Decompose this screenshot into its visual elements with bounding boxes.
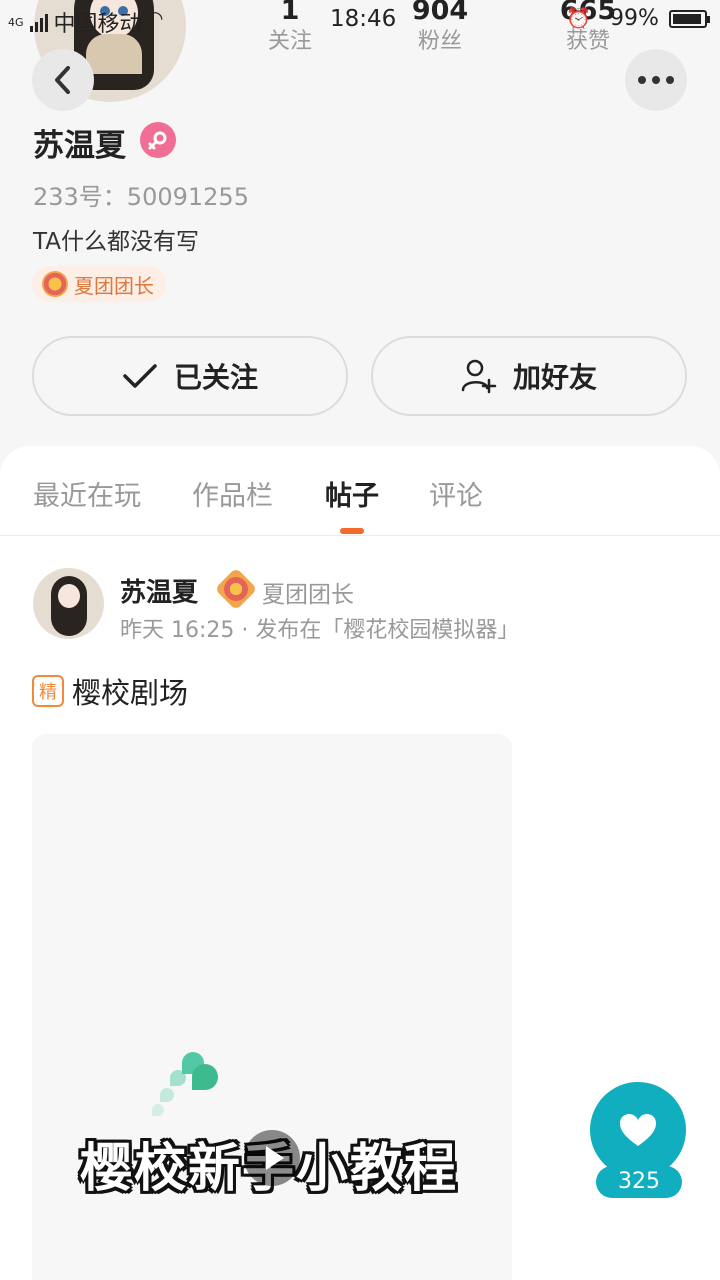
profile-bio: TA什么都没有写 [33,229,199,255]
tab-recent-games[interactable]: 最近在玩 [33,474,141,513]
rank-medal-icon [214,567,258,611]
like-count: 325 [596,1166,682,1198]
play-icon[interactable] [244,1130,300,1186]
tab-posts[interactable]: 帖子 [325,474,379,513]
post-author-avatar[interactable] [33,568,104,639]
medal-icon [42,271,68,297]
more-dots-icon [638,76,674,84]
title-badge-label: 夏团团长 [74,273,154,298]
post-meta[interactable]: 昨天 16:25 · 发布在「樱花校园模拟器」 [120,612,519,644]
more-button[interactable] [625,49,687,111]
title-badge[interactable]: 夏团团长 [32,266,166,302]
back-button[interactable] [32,49,94,111]
tab-comments[interactable]: 评论 [429,474,483,513]
carrier-name: 中国移动 [53,12,142,37]
leaf-sprite-icon [152,1044,222,1134]
battery-icon [669,10,710,28]
back-arrow-icon [55,66,70,94]
tab-bar: 最近在玩 作品栏 帖子 评论 [0,446,720,536]
post-author-name[interactable]: 苏温夏 [120,572,198,609]
like-button[interactable] [590,1082,686,1178]
active-tab-indicator [340,528,364,534]
add-friend-icon [461,359,497,394]
content-sheet: 最近在玩 作品栏 帖子 评论 苏温夏 夏团团长 昨天 16:25 · 发布在「樱… [0,446,720,1280]
post-author-rank: 夏团团长 [262,582,354,608]
wifi-icon: ◠ [146,6,164,30]
check-icon [123,364,157,388]
essence-badge: 精 [32,675,64,707]
female-icon [140,122,176,158]
signal-icon [29,12,48,32]
followed-button[interactable]: 已关注 [32,336,348,416]
add-friend-button[interactable]: 加好友 [371,336,687,416]
tab-works[interactable]: 作品栏 [192,474,273,513]
post-title[interactable]: 樱校剧场 [72,670,188,712]
heart-icon [620,1114,656,1146]
status-time: 18:46 [330,6,397,32]
followed-button-label: 已关注 [173,361,258,394]
post-video[interactable]: 樱校新手小教程 [32,734,512,1280]
carrier-info: 4G 中国移动 [8,6,142,38]
battery-percent: 99% [610,6,659,31]
network-type: 4G [8,15,24,29]
alarm-icon: ⏰ [566,6,591,30]
profile-uid: 233号：50091255 [33,183,249,211]
profile-name: 苏温夏 [33,128,126,164]
add-friend-button-label: 加好友 [512,361,597,394]
status-bar: 4G 中国移动 ◠ 18:46 ⏰ 99% [0,0,720,38]
